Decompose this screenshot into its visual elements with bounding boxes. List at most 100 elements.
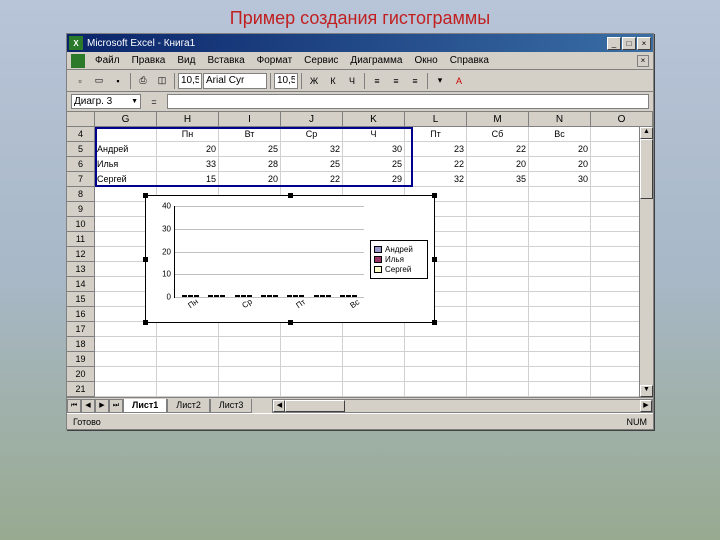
row-header-6[interactable]: 6 bbox=[67, 157, 95, 172]
sheet-tab-2[interactable]: Лист2 bbox=[167, 399, 210, 413]
menu-файл[interactable]: Файл bbox=[89, 53, 126, 68]
scroll-left-icon[interactable]: ◀ bbox=[273, 400, 285, 412]
cell-M9[interactable] bbox=[467, 202, 529, 216]
align-left-icon[interactable]: ≡ bbox=[368, 72, 386, 90]
cell-H6[interactable]: 33 bbox=[157, 157, 219, 171]
cell-M13[interactable] bbox=[467, 262, 529, 276]
open-icon[interactable]: ▭ bbox=[90, 72, 108, 90]
bar-Андрей-Вт[interactable] bbox=[208, 295, 213, 297]
cell-G18[interactable] bbox=[95, 337, 157, 351]
resize-handle-w[interactable] bbox=[143, 257, 148, 262]
cell-I20[interactable] bbox=[219, 367, 281, 381]
cell-H18[interactable] bbox=[157, 337, 219, 351]
bar-Сергей-Сб[interactable] bbox=[326, 295, 331, 297]
cell-J18[interactable] bbox=[281, 337, 343, 351]
italic-button[interactable]: К bbox=[324, 72, 342, 90]
cell-H7[interactable]: 15 bbox=[157, 172, 219, 186]
cell-J5[interactable]: 32 bbox=[281, 142, 343, 156]
cell-K7[interactable]: 29 bbox=[343, 172, 405, 186]
cell-M5[interactable]: 22 bbox=[467, 142, 529, 156]
bar-Илья-Ср[interactable] bbox=[241, 295, 246, 297]
bar-Илья-Пт[interactable] bbox=[293, 295, 298, 297]
name-box[interactable]: Диагр. 3 ▼ bbox=[71, 94, 141, 109]
cell-N17[interactable] bbox=[529, 322, 591, 336]
legend-item-Сергей[interactable]: Сергей bbox=[374, 265, 424, 274]
cell-G6[interactable]: Илья bbox=[95, 157, 157, 171]
sheet-tab-1[interactable]: Лист1 bbox=[123, 399, 167, 413]
cell-N13[interactable] bbox=[529, 262, 591, 276]
bar-Сергей-Вс[interactable] bbox=[352, 295, 357, 297]
cell-I21[interactable] bbox=[219, 382, 281, 396]
underline-button[interactable]: Ч bbox=[343, 72, 361, 90]
sheet-tab-3[interactable]: Лист3 bbox=[210, 399, 253, 413]
cells-area[interactable]: 010203040ПнСрПтВс АндрейИльяСергей ПнВтС… bbox=[95, 127, 653, 397]
print-icon[interactable]: ⎙ bbox=[134, 72, 152, 90]
cell-K17[interactable] bbox=[343, 322, 405, 336]
chart-object[interactable]: 010203040ПнСрПтВс АндрейИльяСергей bbox=[145, 195, 435, 323]
cell-I4[interactable]: Вт bbox=[219, 127, 281, 141]
minimize-button[interactable]: _ bbox=[607, 37, 621, 50]
resize-handle-s[interactable] bbox=[288, 320, 293, 325]
cell-M16[interactable] bbox=[467, 307, 529, 321]
chart-legend[interactable]: АндрейИльяСергей bbox=[370, 240, 428, 279]
row-header-12[interactable]: 12 bbox=[67, 247, 95, 262]
fill-color-icon[interactable]: ▾ bbox=[431, 72, 449, 90]
cell-K5[interactable]: 30 bbox=[343, 142, 405, 156]
cell-K6[interactable]: 25 bbox=[343, 157, 405, 171]
hscroll-thumb[interactable] bbox=[285, 400, 345, 412]
font-size-input[interactable] bbox=[274, 73, 298, 89]
bar-Андрей-Сб[interactable] bbox=[314, 295, 319, 297]
cell-G20[interactable] bbox=[95, 367, 157, 381]
new-icon[interactable]: ▫ bbox=[71, 72, 89, 90]
cell-M17[interactable] bbox=[467, 322, 529, 336]
cell-M21[interactable] bbox=[467, 382, 529, 396]
resize-handle-nw[interactable] bbox=[143, 193, 148, 198]
resize-handle-n[interactable] bbox=[288, 193, 293, 198]
bar-Андрей-Ч[interactable] bbox=[261, 295, 266, 297]
menu-вид[interactable]: Вид bbox=[171, 53, 201, 68]
cell-H4[interactable]: Пн bbox=[157, 127, 219, 141]
cell-N10[interactable] bbox=[529, 217, 591, 231]
legend-item-Андрей[interactable]: Андрей bbox=[374, 245, 424, 254]
menu-формат[interactable]: Формат bbox=[251, 53, 299, 68]
row-header-9[interactable]: 9 bbox=[67, 202, 95, 217]
resize-handle-ne[interactable] bbox=[432, 193, 437, 198]
scroll-right-icon[interactable]: ▶ bbox=[640, 400, 652, 412]
cell-N7[interactable]: 30 bbox=[529, 172, 591, 186]
row-header-17[interactable]: 17 bbox=[67, 322, 95, 337]
row-header-16[interactable]: 16 bbox=[67, 307, 95, 322]
font-color-icon[interactable]: A bbox=[450, 72, 468, 90]
cell-J7[interactable]: 22 bbox=[281, 172, 343, 186]
cell-L21[interactable] bbox=[405, 382, 467, 396]
cell-L19[interactable] bbox=[405, 352, 467, 366]
maximize-button[interactable]: □ bbox=[622, 37, 636, 50]
menu-сервис[interactable]: Сервис bbox=[298, 53, 344, 68]
bar-Андрей-Ср[interactable] bbox=[235, 295, 240, 297]
cell-J20[interactable] bbox=[281, 367, 343, 381]
cell-M19[interactable] bbox=[467, 352, 529, 366]
cell-J4[interactable]: Ср bbox=[281, 127, 343, 141]
bar-Андрей-Пт[interactable] bbox=[287, 295, 292, 297]
row-header-10[interactable]: 10 bbox=[67, 217, 95, 232]
cell-M15[interactable] bbox=[467, 292, 529, 306]
bar-Илья-Ч[interactable] bbox=[267, 295, 272, 297]
menu-вставка[interactable]: Вставка bbox=[201, 53, 250, 68]
row-header-18[interactable]: 18 bbox=[67, 337, 95, 352]
bar-Илья-Вт[interactable] bbox=[214, 295, 219, 297]
cell-J19[interactable] bbox=[281, 352, 343, 366]
row-header-8[interactable]: 8 bbox=[67, 187, 95, 202]
cell-N20[interactable] bbox=[529, 367, 591, 381]
fx-cancel-icon[interactable]: = bbox=[145, 93, 163, 111]
cell-N11[interactable] bbox=[529, 232, 591, 246]
col-header-L[interactable]: L bbox=[405, 112, 467, 126]
row-header-4[interactable]: 4 bbox=[67, 127, 95, 142]
cell-I19[interactable] bbox=[219, 352, 281, 366]
bar-Сергей-Вт[interactable] bbox=[220, 295, 225, 297]
menu-окно[interactable]: Окно bbox=[408, 53, 443, 68]
menu-правка[interactable]: Правка bbox=[126, 53, 172, 68]
cell-L5[interactable]: 23 bbox=[405, 142, 467, 156]
font-name-input[interactable] bbox=[203, 73, 267, 89]
cell-L7[interactable]: 32 bbox=[405, 172, 467, 186]
cell-M6[interactable]: 20 bbox=[467, 157, 529, 171]
cell-N9[interactable] bbox=[529, 202, 591, 216]
